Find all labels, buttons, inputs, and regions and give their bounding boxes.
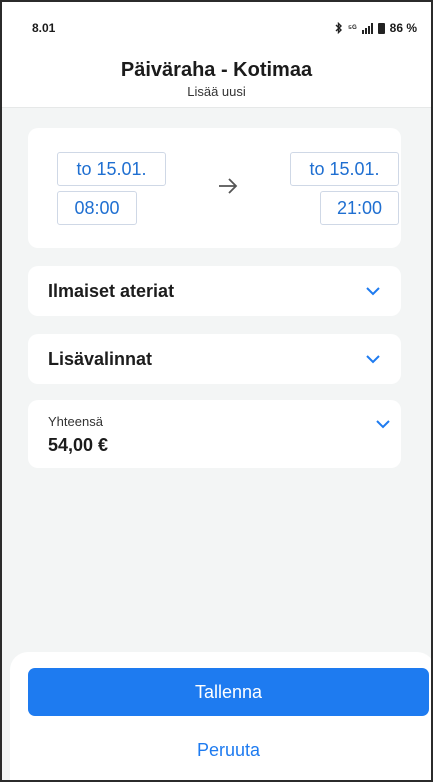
network-type: ⁵ᴳ [347,23,357,33]
chevron-down-icon [376,420,390,429]
battery-level: 86 % [389,21,417,35]
save-button[interactable]: Tallenna [28,668,429,716]
start-date-field[interactable]: to 15.01. [57,152,166,186]
status-bar: 8.01 ⁵ᴳ 86 % [2,2,431,54]
chevron-down-icon [366,287,380,296]
status-icons: ⁵ᴳ 86 % [335,21,417,35]
arrow-right-icon [219,178,238,194]
cancel-button[interactable]: Peruuta [28,732,429,768]
start-time-field[interactable]: 08:00 [57,191,137,225]
end-date-field[interactable]: to 15.01. [290,152,399,186]
battery-icon [377,22,385,34]
trip-time-card: to 15.01. 08:00 to 15.01. 21:00 [28,128,401,248]
app-screen: 8.01 ⁵ᴳ 86 % Päiväraha - Kotimaa Lisää u… [0,0,433,782]
signal-icon [361,22,373,34]
page-header: Päiväraha - Kotimaa Lisää uusi [2,54,431,108]
end-time-field[interactable]: 21:00 [320,191,399,225]
status-time: 8.01 [32,21,56,35]
free-meals-label: Ilmaiset ateriat [48,280,175,301]
total-amount: 54,00 € [48,435,109,455]
page-subtitle: Lisää uusi [187,84,246,99]
total-label: Yhteensä [48,414,103,429]
chevron-down-icon [366,355,380,364]
extra-options-expander[interactable]: Lisävalinnat [28,334,401,384]
bluetooth-icon [335,22,342,34]
action-sheet: Tallenna Peruuta [10,652,431,780]
total-expander[interactable]: Yhteensä 54,00 € [28,400,401,468]
page-title: Päiväraha - Kotimaa [120,59,313,81]
free-meals-expander[interactable]: Ilmaiset ateriat [28,266,401,316]
extra-options-label: Lisävalinnat [48,348,153,369]
